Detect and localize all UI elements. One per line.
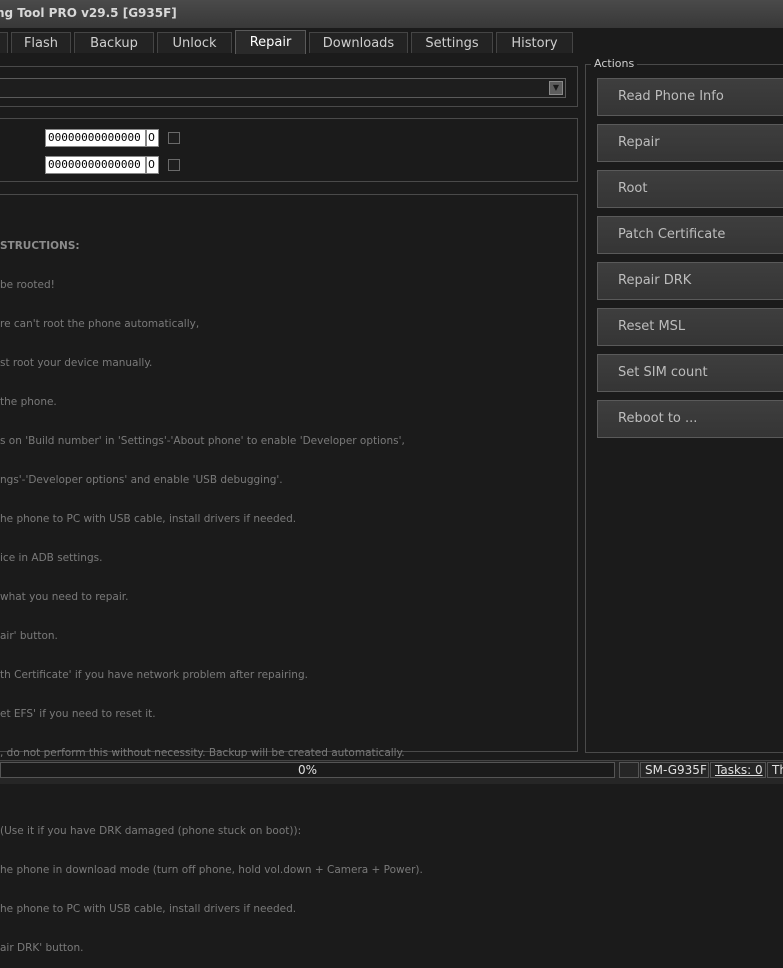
instruction-line: air DRK' button. bbox=[0, 942, 84, 954]
tab-repair[interactable]: Repair bbox=[235, 30, 306, 54]
instruction-line: re can't root the phone automatically, bbox=[0, 318, 200, 330]
device-select[interactable]: ▼ bbox=[0, 78, 566, 98]
instruction-line: ice in ADB settings. bbox=[0, 552, 103, 564]
instruction-line: s on 'Build number' in 'Settings'-'About… bbox=[0, 435, 405, 447]
tab-backup[interactable]: Backup bbox=[74, 32, 154, 53]
tab-settings[interactable]: Settings bbox=[411, 32, 493, 53]
tab-partial[interactable] bbox=[0, 32, 8, 53]
chevron-down-icon[interactable]: ▼ bbox=[549, 81, 563, 95]
instruction-line: he phone in download mode (turn off phon… bbox=[0, 864, 423, 876]
tab-flash[interactable]: Flash bbox=[11, 32, 71, 53]
instruction-line bbox=[0, 786, 423, 799]
tasks-segment: Tasks: 0 bbox=[710, 762, 766, 778]
tab-downloads[interactable]: Downloads bbox=[309, 32, 408, 53]
instructions-text: STRUCTIONS: be rooted! re can't root the… bbox=[0, 214, 423, 968]
tab-bar: Flash Backup Unlock Repair Downloads Set… bbox=[0, 28, 783, 54]
instruction-line: st root your device manually. bbox=[0, 357, 153, 369]
root-button[interactable]: Root bbox=[597, 170, 783, 208]
instruction-line: what you need to repair. bbox=[0, 591, 129, 603]
instruction-line: he phone to PC with USB cable, install d… bbox=[0, 513, 297, 525]
repair-button[interactable]: Repair bbox=[597, 124, 783, 162]
imei2-checkbox[interactable] bbox=[168, 159, 180, 171]
tab-unlock[interactable]: Unlock bbox=[157, 32, 232, 53]
instructions-header: STRUCTIONS: bbox=[0, 240, 80, 252]
imei1-input[interactable]: 00000000000000 bbox=[45, 129, 146, 147]
repair-drk-button[interactable]: Repair DRK bbox=[597, 262, 783, 300]
instruction-line: ngs'-'Developer options' and enable 'USB… bbox=[0, 474, 283, 486]
patch-certificate-button[interactable]: Patch Certificate bbox=[597, 216, 783, 254]
imei1-checkbox[interactable] bbox=[168, 132, 180, 144]
instruction-line: the phone. bbox=[0, 396, 57, 408]
imei2-input[interactable]: 00000000000000 bbox=[45, 156, 146, 174]
instruction-line: th Certificate' if you have network prob… bbox=[0, 669, 308, 681]
device-model: SM-G935F bbox=[640, 762, 709, 778]
set-sim-count-button[interactable]: Set SIM count bbox=[597, 354, 783, 392]
window-title: ng Tool PRO v29.5 [G935F] bbox=[0, 6, 177, 20]
imei1-count[interactable]: 0 bbox=[146, 129, 159, 147]
tasks-link[interactable]: Tasks: 0 bbox=[715, 763, 763, 777]
status-bar: 0% SM-G935F Tasks: 0 Th bbox=[0, 760, 783, 784]
instruction-line: et EFS' if you need to reset it. bbox=[0, 708, 156, 720]
instruction-line: he phone to PC with USB cable, install d… bbox=[0, 903, 297, 915]
actions-title: Actions bbox=[591, 57, 638, 70]
progress-bar: 0% bbox=[0, 762, 615, 778]
imei2-count[interactable]: 0 bbox=[146, 156, 159, 174]
tab-history[interactable]: History bbox=[496, 32, 573, 53]
status-segment-empty bbox=[619, 762, 639, 778]
read-phone-info-button[interactable]: Read Phone Info bbox=[597, 78, 783, 116]
instruction-line: , do not perform this without necessity.… bbox=[0, 747, 405, 759]
reset-msl-button[interactable]: Reset MSL bbox=[597, 308, 783, 346]
instruction-line: be rooted! bbox=[0, 279, 55, 291]
title-bar: ng Tool PRO v29.5 [G935F] bbox=[0, 0, 783, 29]
instruction-line: air' button. bbox=[0, 630, 58, 642]
reboot-to-button[interactable]: Reboot to ... bbox=[597, 400, 783, 438]
instruction-line: (Use it if you have DRK damaged (phone s… bbox=[0, 825, 302, 837]
status-extra: Th bbox=[767, 762, 783, 778]
